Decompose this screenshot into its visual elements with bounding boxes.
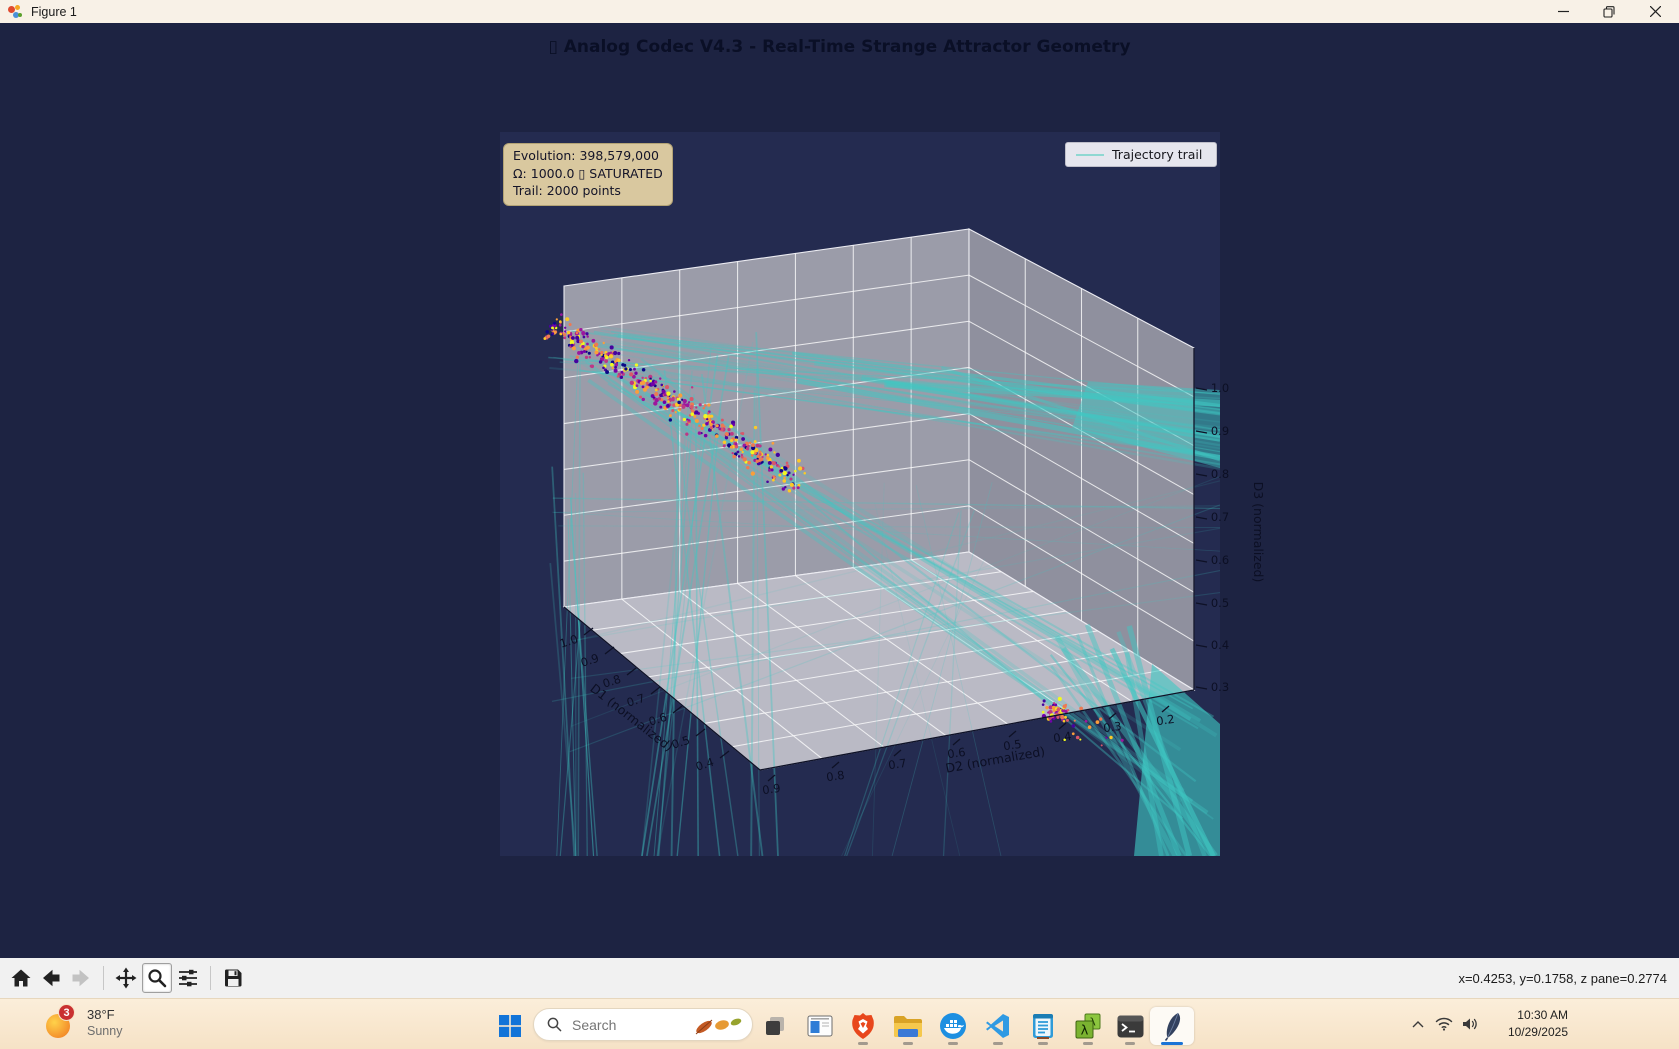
terminal-button[interactable] — [1110, 1007, 1150, 1045]
window-titlebar: Figure 1 — [0, 0, 1679, 23]
toolbar-separator — [103, 966, 104, 990]
taskbar: 3 38°F Sunny — [0, 998, 1679, 1049]
weather-condition: Sunny — [87, 1023, 122, 1039]
legend-swatch — [1076, 154, 1104, 156]
tick-label-d2-0.4: 0.4 — [1052, 729, 1072, 745]
weather-sun-icon: 3 — [44, 1006, 78, 1040]
volume-icon[interactable] — [1458, 1011, 1482, 1037]
search-icon — [547, 1017, 562, 1032]
brave-browser-button[interactable] — [843, 1007, 883, 1045]
tick-label-d3-0.9: 0.9 — [1211, 424, 1229, 438]
tick-label-d2-0.2: 0.2 — [1155, 712, 1175, 728]
minimize-button[interactable] — [1541, 0, 1585, 23]
tick-label-d3-0.4: 0.4 — [1211, 638, 1229, 652]
virtual-desktop-button[interactable] — [800, 1007, 840, 1045]
readout-trail: Trail: 2000 points — [513, 182, 663, 200]
seasonal-leaves-icon — [692, 1012, 744, 1040]
close-button[interactable] — [1633, 0, 1677, 23]
subplots-button[interactable] — [174, 964, 202, 992]
feather-icon — [1159, 1011, 1185, 1041]
tick-label-d3-0.5: 0.5 — [1211, 596, 1229, 610]
back-button[interactable] — [37, 964, 65, 992]
tick-label-d2-0.7: 0.7 — [887, 756, 907, 772]
tick-label-d2-0.8: 0.8 — [825, 768, 845, 784]
tray-chevron-icon[interactable] — [1406, 1011, 1430, 1037]
start-button[interactable] — [490, 1007, 530, 1045]
matplotlib-figure-taskbar-button[interactable] — [1150, 1007, 1194, 1045]
weather-widget[interactable]: 3 38°F Sunny — [44, 1006, 122, 1040]
readout-omega: Ω: 1000.0 ▯ SATURATED — [513, 165, 663, 183]
tick-label-d2-0.9: 0.9 — [761, 781, 781, 797]
brave-icon — [850, 1012, 876, 1040]
clock-time: 10:30 AM — [1490, 1007, 1568, 1024]
svg-text:λ: λ — [1081, 1024, 1089, 1039]
attractor-3d-plot[interactable]: 1.00.90.80.70.60.50.40.90.80.70.60.50.40… — [488, 120, 1278, 864]
docker-button[interactable] — [933, 1007, 973, 1045]
weather-temp: 38°F — [87, 1007, 122, 1023]
clock[interactable]: 10:30 AM 10/29/2025 — [1490, 1007, 1568, 1041]
desktop-window-icon — [807, 1015, 833, 1037]
task-view-icon — [763, 1014, 787, 1038]
lambda-editor-button[interactable]: λ λ — [1068, 1007, 1108, 1045]
lambda-icon: λ λ — [1075, 1013, 1101, 1039]
window-title: Figure 1 — [31, 5, 77, 19]
vscode-button[interactable] — [978, 1007, 1018, 1045]
mpl-toolbar: x=0.4253, y=0.1758, z pane=0.2774 — [0, 958, 1679, 998]
wifi-icon[interactable] — [1432, 1011, 1456, 1037]
axis-label-d3: D3 (normalized) — [1251, 482, 1266, 583]
desktop: Figure 1 ▯ Analog Codec V4.3 - Real-Time… — [0, 0, 1679, 1049]
forward-button[interactable] — [67, 964, 95, 992]
vscode-icon — [985, 1013, 1011, 1039]
home-button[interactable] — [7, 964, 35, 992]
clock-date: 10/29/2025 — [1490, 1024, 1568, 1041]
search-box[interactable] — [533, 1008, 753, 1041]
tick-label-d3-0.6: 0.6 — [1211, 553, 1229, 567]
notepad-icon — [1031, 1012, 1055, 1040]
readout-evolution: Evolution: 398,579,000 — [513, 147, 663, 165]
restore-button[interactable] — [1587, 0, 1631, 23]
file-explorer-button[interactable] — [888, 1007, 928, 1045]
search-input[interactable] — [570, 1016, 694, 1034]
tick-label-d3-0.8: 0.8 — [1211, 467, 1229, 481]
cursor-status: x=0.4253, y=0.1758, z pane=0.2774 — [1458, 958, 1667, 998]
tick-label-d2-0.3: 0.3 — [1102, 719, 1122, 735]
windows-logo-icon — [499, 1015, 521, 1037]
legend-label: Trajectory trail — [1112, 147, 1202, 162]
toolbar-separator — [210, 966, 211, 990]
notepad-button[interactable] — [1023, 1007, 1063, 1045]
docker-icon — [939, 1012, 967, 1040]
notification-badge: 3 — [58, 1004, 75, 1021]
task-view-button[interactable] — [755, 1007, 795, 1045]
tick-label-d3-0.3: 0.3 — [1211, 680, 1229, 694]
figure-canvas[interactable]: ▯ Analog Codec V4.3 - Real-Time Strange … — [0, 23, 1679, 958]
tick-label-d3-0.7: 0.7 — [1211, 510, 1229, 524]
save-button[interactable] — [219, 964, 247, 992]
terminal-icon — [1117, 1015, 1144, 1038]
plot-title: ▯ Analog Codec V4.3 - Real-Time Strange … — [0, 37, 1679, 57]
matplotlib-window-icon — [7, 4, 23, 20]
folder-icon — [893, 1014, 923, 1039]
zoom-button[interactable] — [142, 963, 172, 993]
evolution-readout-box: Evolution: 398,579,000 Ω: 1000.0 ▯ SATUR… — [503, 143, 673, 206]
plot-legend: Trajectory trail — [1065, 142, 1217, 167]
tick-label-d3-1.0: 1.0 — [1211, 381, 1229, 395]
pan-button[interactable] — [112, 964, 140, 992]
